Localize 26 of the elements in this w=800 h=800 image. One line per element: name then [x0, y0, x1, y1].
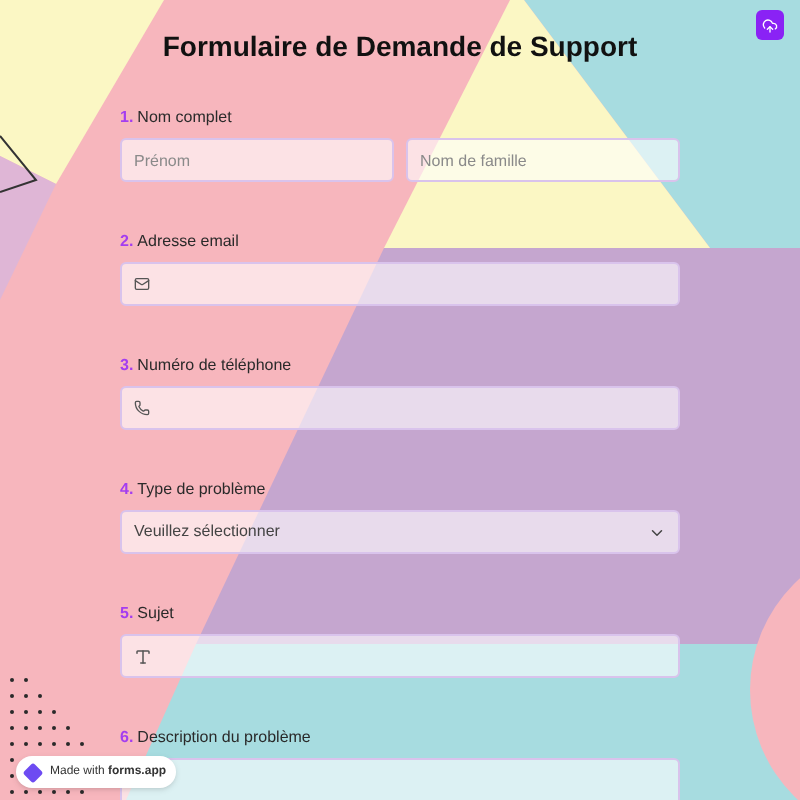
question-label: Adresse email — [137, 230, 239, 254]
text-icon — [134, 647, 152, 665]
question-label: Numéro de téléphone — [137, 354, 292, 378]
question-number: 2. — [120, 230, 134, 254]
name-input-field[interactable]: Nom de famille — [406, 138, 680, 182]
cloud-upload-icon — [762, 17, 778, 33]
logo-icon — [22, 761, 44, 783]
question-label: Sujet — [137, 602, 174, 626]
question-label: Type de problème — [137, 478, 266, 502]
question-label: Nom complet — [137, 106, 232, 130]
envelope-icon — [134, 276, 150, 292]
email-input-field[interactable] — [120, 262, 680, 306]
question-number: 1. — [120, 106, 134, 130]
phone-icon — [134, 400, 150, 416]
question-label: Description du problème — [137, 726, 311, 750]
phone-input-field[interactable] — [120, 386, 680, 430]
corner-triangle-shape — [0, 156, 56, 300]
question-number: 4. — [120, 478, 134, 502]
form-title: Formulaire de Demande de Support — [162, 28, 638, 64]
question-number: 3. — [120, 354, 134, 378]
name-input-field[interactable]: Prénom — [120, 138, 394, 182]
subject-input-field[interactable] — [120, 634, 680, 678]
question-number: 6. — [120, 726, 134, 750]
upload-button[interactable] — [756, 10, 784, 40]
problem-type-dropdown[interactable]: Veuillez sélectionner — [120, 510, 680, 554]
question-number: 5. — [120, 602, 134, 626]
